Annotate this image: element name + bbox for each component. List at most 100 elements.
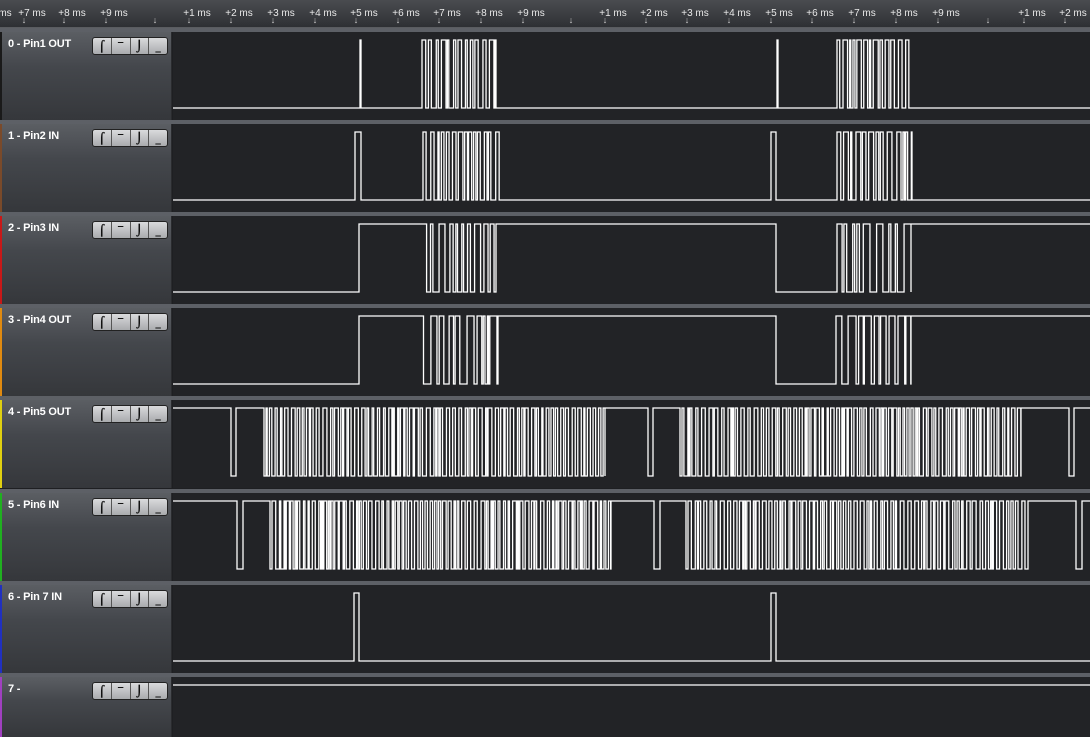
trigger-low-button[interactable]: _ bbox=[149, 499, 167, 515]
channel-header[interactable]: 3 - Pin4 OUT ⌠ ‾ ⌡ _ bbox=[0, 308, 172, 396]
channel-header[interactable]: 5 - Pin6 IN ⌠ ‾ ⌡ _ bbox=[0, 493, 172, 581]
trigger-low-button[interactable]: _ bbox=[149, 406, 167, 422]
trigger-high-button[interactable]: ‾ bbox=[112, 591, 131, 607]
signal-path bbox=[173, 315, 1090, 385]
waveform-area[interactable] bbox=[173, 216, 1090, 304]
channel-color-indicator bbox=[0, 585, 2, 673]
trigger-button-group: ⌠ ‾ ⌡ _ bbox=[92, 129, 168, 147]
channel-header[interactable]: 2 - Pin3 IN ⌠ ‾ ⌡ _ bbox=[0, 216, 172, 304]
trigger-high-button[interactable]: ‾ bbox=[112, 683, 131, 699]
waveform-area[interactable] bbox=[173, 32, 1090, 120]
tick-marker-icon: ↓ bbox=[103, 15, 109, 25]
tick-marker-icon: ↓ bbox=[478, 15, 484, 25]
tick-marker-icon: ↓ bbox=[61, 15, 67, 25]
waveform-trace bbox=[173, 223, 1090, 293]
trigger-low-button[interactable]: _ bbox=[149, 591, 167, 607]
trigger-high-button[interactable]: ‾ bbox=[112, 38, 131, 54]
channel-color-indicator bbox=[0, 216, 2, 304]
tick-marker-icon: ↓ bbox=[270, 15, 276, 25]
waveform-trace bbox=[173, 39, 1090, 109]
channel-row: 3 - Pin4 OUT ⌠ ‾ ⌡ _ bbox=[0, 304, 1090, 396]
channel-color-indicator bbox=[0, 400, 2, 488]
trigger-rising-button[interactable]: ⌠ bbox=[93, 499, 112, 515]
trigger-low-button[interactable]: _ bbox=[149, 130, 167, 146]
channel-row: 6 - Pin 7 IN ⌠ ‾ ⌡ _ bbox=[0, 581, 1090, 673]
channel-label[interactable]: 1 - Pin2 IN bbox=[8, 130, 59, 142]
trigger-low-button[interactable]: _ bbox=[149, 683, 167, 699]
major-tick-marker-icon: ↓ bbox=[568, 15, 574, 25]
waveform-area[interactable] bbox=[173, 400, 1090, 488]
signal-path bbox=[173, 39, 1090, 109]
channel-row: 2 - Pin3 IN ⌠ ‾ ⌡ _ bbox=[0, 212, 1090, 304]
channel-label[interactable]: 3 - Pin4 OUT bbox=[8, 314, 71, 326]
tick-marker-icon: ↓ bbox=[809, 15, 815, 25]
trigger-button-group: ⌠ ‾ ⌡ _ bbox=[92, 405, 168, 423]
tick-marker-icon: ↓ bbox=[726, 15, 732, 25]
channel-label[interactable]: 4 - Pin5 OUT bbox=[8, 406, 71, 418]
trigger-high-button[interactable]: ‾ bbox=[112, 406, 131, 422]
trigger-low-button[interactable]: _ bbox=[149, 314, 167, 330]
trigger-falling-button[interactable]: ⌡ bbox=[131, 406, 150, 422]
waveform-trace bbox=[173, 315, 1090, 385]
trigger-high-button[interactable]: ‾ bbox=[112, 499, 131, 515]
signal-path bbox=[173, 131, 1090, 201]
major-tick-marker-icon: ↓ bbox=[152, 15, 158, 25]
channel-color-indicator bbox=[0, 308, 2, 396]
trigger-falling-button[interactable]: ⌡ bbox=[131, 130, 150, 146]
waveform-area[interactable] bbox=[173, 124, 1090, 212]
waveform-area[interactable] bbox=[173, 493, 1090, 581]
waveform-area[interactable] bbox=[173, 308, 1090, 396]
channel-row: 1 - Pin2 IN ⌠ ‾ ⌡ _ bbox=[0, 120, 1090, 212]
trigger-button-group: ⌠ ‾ ⌡ _ bbox=[92, 313, 168, 331]
trigger-low-button[interactable]: _ bbox=[149, 222, 167, 238]
tick-marker-icon: ↓ bbox=[643, 15, 649, 25]
tick-marker-icon: ↓ bbox=[684, 15, 690, 25]
waveform-trace bbox=[173, 131, 1090, 201]
channel-label[interactable]: 2 - Pin3 IN bbox=[8, 222, 59, 234]
signal-path bbox=[173, 592, 1090, 662]
channel-header[interactable]: 6 - Pin 7 IN ⌠ ‾ ⌡ _ bbox=[0, 585, 172, 673]
channel-color-indicator bbox=[0, 124, 2, 212]
channel-label[interactable]: 6 - Pin 7 IN bbox=[8, 591, 62, 603]
trigger-falling-button[interactable]: ⌡ bbox=[131, 683, 150, 699]
trigger-high-button[interactable]: ‾ bbox=[112, 314, 131, 330]
tick-marker-icon: ↓ bbox=[186, 15, 192, 25]
trigger-falling-button[interactable]: ⌡ bbox=[131, 499, 150, 515]
trigger-rising-button[interactable]: ⌠ bbox=[93, 38, 112, 54]
time-ruler[interactable]: ms +7 ms↓+8 ms↓+9 ms↓+1 ms↓+2 ms↓+3 ms↓+… bbox=[0, 0, 1090, 28]
trigger-rising-button[interactable]: ⌠ bbox=[93, 683, 112, 699]
trigger-falling-button[interactable]: ⌡ bbox=[131, 591, 150, 607]
trigger-button-group: ⌠ ‾ ⌡ _ bbox=[92, 682, 168, 700]
channel-header[interactable]: 0 - Pin1 OUT ⌠ ‾ ⌡ _ bbox=[0, 32, 172, 120]
channel-row: 5 - Pin6 IN ⌠ ‾ ⌡ _ bbox=[0, 489, 1090, 581]
trigger-high-button[interactable]: ‾ bbox=[112, 130, 131, 146]
channel-label[interactable]: 7 - bbox=[8, 683, 20, 695]
ruler-edge-label: ms bbox=[0, 8, 12, 19]
waveform-area[interactable] bbox=[173, 585, 1090, 673]
signal-path bbox=[173, 407, 1090, 477]
major-tick-marker-icon: ↓ bbox=[985, 15, 991, 25]
waveform-area[interactable] bbox=[173, 677, 1090, 737]
channel-header[interactable]: 7 - ⌠ ‾ ⌡ _ bbox=[0, 677, 172, 737]
trigger-falling-button[interactable]: ⌡ bbox=[131, 314, 150, 330]
trigger-button-group: ⌠ ‾ ⌡ _ bbox=[92, 37, 168, 55]
channel-header[interactable]: 1 - Pin2 IN ⌠ ‾ ⌡ _ bbox=[0, 124, 172, 212]
waveform-trace bbox=[173, 500, 1090, 570]
channel-label[interactable]: 5 - Pin6 IN bbox=[8, 499, 59, 511]
trigger-rising-button[interactable]: ⌠ bbox=[93, 591, 112, 607]
tick-marker-icon: ↓ bbox=[602, 15, 608, 25]
channel-row: 4 - Pin5 OUT ⌠ ‾ ⌡ _ bbox=[0, 396, 1090, 488]
trigger-rising-button[interactable]: ⌠ bbox=[93, 406, 112, 422]
trigger-rising-button[interactable]: ⌠ bbox=[93, 130, 112, 146]
trigger-rising-button[interactable]: ⌠ bbox=[93, 314, 112, 330]
trigger-low-button[interactable]: _ bbox=[149, 38, 167, 54]
channel-row: 0 - Pin1 OUT ⌠ ‾ ⌡ _ bbox=[0, 28, 1090, 120]
tick-marker-icon: ↓ bbox=[1021, 15, 1027, 25]
tick-marker-icon: ↓ bbox=[851, 15, 857, 25]
trigger-falling-button[interactable]: ⌡ bbox=[131, 38, 150, 54]
trigger-high-button[interactable]: ‾ bbox=[112, 222, 131, 238]
trigger-falling-button[interactable]: ⌡ bbox=[131, 222, 150, 238]
channel-label[interactable]: 0 - Pin1 OUT bbox=[8, 38, 71, 50]
channel-header[interactable]: 4 - Pin5 OUT ⌠ ‾ ⌡ _ bbox=[0, 400, 172, 488]
trigger-rising-button[interactable]: ⌠ bbox=[93, 222, 112, 238]
